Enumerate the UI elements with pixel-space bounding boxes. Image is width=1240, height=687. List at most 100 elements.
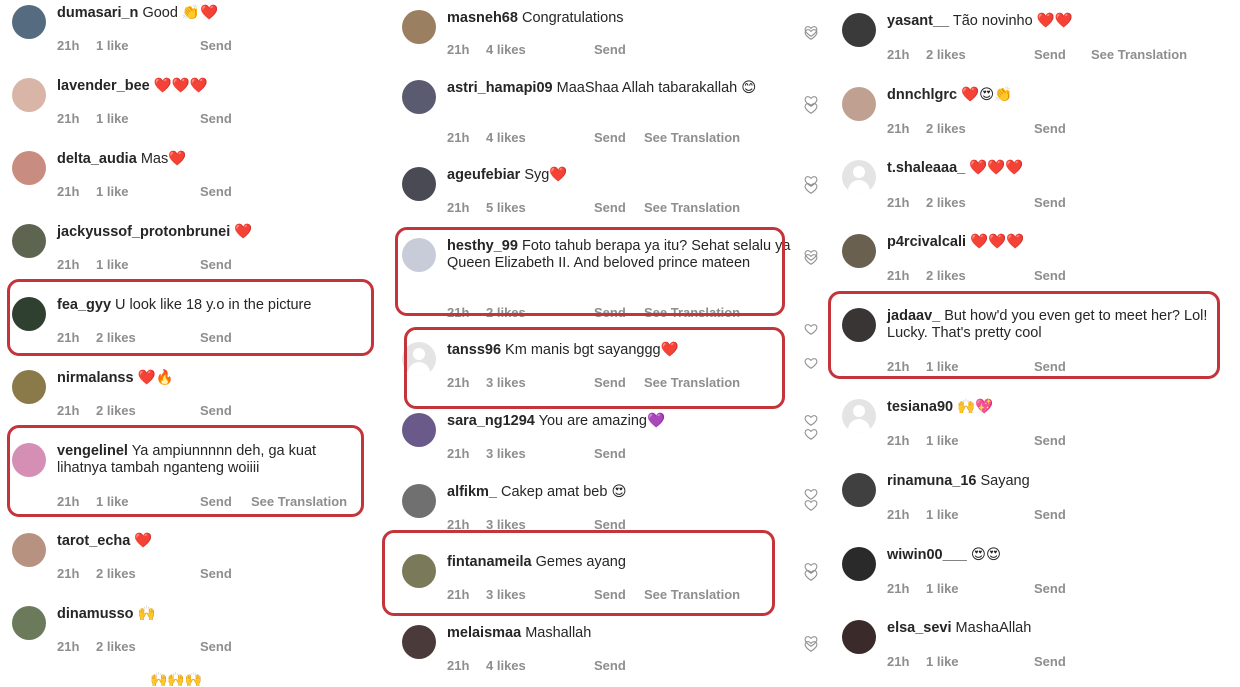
avatar[interactable]: [12, 78, 46, 112]
username-link[interactable]: yasant__: [887, 13, 949, 29]
send-link[interactable]: Send: [1034, 47, 1066, 62]
likes-count-link[interactable]: 1 like: [96, 38, 129, 53]
avatar[interactable]: [842, 160, 876, 194]
like-heart-icon[interactable]: [804, 634, 818, 648]
likes-count-link[interactable]: 2 likes: [96, 639, 136, 654]
username-link[interactable]: dumasari_n: [57, 5, 138, 21]
username-link[interactable]: astri_hamapi09: [447, 80, 553, 96]
comment-item: p4rcivalcali ❤️❤️❤️ 21h 2 likes Send: [804, 234, 1240, 286]
username-link[interactable]: ageufebiar: [447, 167, 520, 183]
like-heart-icon[interactable]: [804, 427, 818, 441]
like-heart-icon[interactable]: [804, 356, 818, 370]
likes-count-link[interactable]: 4 likes: [486, 42, 526, 57]
likes-count-link[interactable]: 2 likes: [926, 47, 966, 62]
like-heart-icon[interactable]: [804, 248, 818, 262]
username-link[interactable]: sara_ng1294: [447, 413, 535, 429]
likes-count-link[interactable]: 2 likes: [926, 268, 966, 283]
like-heart-icon[interactable]: [804, 101, 818, 115]
avatar[interactable]: [842, 234, 876, 268]
avatar[interactable]: [842, 547, 876, 581]
comment-body: Mas❤️: [140, 151, 187, 167]
send-link[interactable]: Send: [1034, 268, 1066, 283]
username-link[interactable]: elsa_sevi: [887, 620, 952, 636]
username-link[interactable]: melaismaa: [447, 625, 521, 641]
send-link[interactable]: Send: [1034, 581, 1066, 596]
likes-count-link[interactable]: 1 like: [926, 654, 959, 669]
likes-count-link[interactable]: 1 like: [926, 581, 959, 596]
send-link[interactable]: Send: [1034, 654, 1066, 669]
avatar[interactable]: [402, 167, 436, 201]
likes-count-link[interactable]: 3 likes: [486, 446, 526, 461]
avatar[interactable]: [12, 5, 46, 39]
send-link[interactable]: Send: [200, 566, 232, 581]
username-link[interactable]: dnnchlgrc: [887, 87, 957, 103]
likes-count-link[interactable]: 2 likes: [96, 403, 136, 418]
like-heart-icon[interactable]: [804, 487, 818, 501]
send-link[interactable]: Send: [200, 639, 232, 654]
likes-count-link[interactable]: 2 likes: [96, 566, 136, 581]
send-link[interactable]: Send: [200, 403, 232, 418]
see-translation-link[interactable]: See Translation: [1091, 47, 1187, 62]
avatar[interactable]: [842, 87, 876, 121]
avatar[interactable]: [402, 484, 436, 518]
username-link[interactable]: tesiana90: [887, 399, 953, 415]
username-link[interactable]: t.shaleaaa_: [887, 160, 965, 176]
likes-count-link[interactable]: 5 likes: [486, 200, 526, 215]
username-link[interactable]: delta_audia: [57, 151, 137, 167]
see-translation-link[interactable]: See Translation: [644, 130, 740, 145]
username-link[interactable]: lavender_bee: [57, 78, 150, 94]
username-link[interactable]: wiwin00___: [887, 547, 967, 563]
likes-count-link[interactable]: 1 like: [96, 111, 129, 126]
avatar[interactable]: [402, 10, 436, 44]
username-link[interactable]: alfikm_: [447, 484, 497, 500]
username-link[interactable]: rinamuna_16: [887, 473, 976, 489]
avatar[interactable]: [12, 370, 46, 404]
like-heart-icon[interactable]: [804, 322, 818, 336]
username-link[interactable]: tarot_echa: [57, 533, 130, 549]
avatar[interactable]: [12, 224, 46, 258]
send-link[interactable]: Send: [594, 200, 626, 215]
see-translation-link[interactable]: See Translation: [644, 200, 740, 215]
likes-count-link[interactable]: 1 like: [926, 433, 959, 448]
likes-count-link[interactable]: 2 likes: [926, 121, 966, 136]
username-link[interactable]: nirmalanss: [57, 370, 134, 386]
avatar[interactable]: [402, 413, 436, 447]
send-link[interactable]: Send: [1034, 121, 1066, 136]
comment-text: lavender_bee ❤️❤️❤️: [57, 78, 370, 95]
send-link[interactable]: Send: [200, 184, 232, 199]
like-heart-icon[interactable]: [804, 413, 818, 427]
likes-count-link[interactable]: 4 likes: [486, 130, 526, 145]
avatar[interactable]: [12, 151, 46, 185]
username-link[interactable]: p4rcivalcali: [887, 234, 966, 250]
username-link[interactable]: jackyussof_protonbrunei: [57, 224, 230, 240]
send-link[interactable]: Send: [200, 111, 232, 126]
avatar[interactable]: [842, 620, 876, 654]
send-link[interactable]: Send: [594, 446, 626, 461]
send-link[interactable]: Send: [594, 130, 626, 145]
send-link[interactable]: Send: [1034, 433, 1066, 448]
avatar[interactable]: [842, 473, 876, 507]
send-link[interactable]: Send: [1034, 507, 1066, 522]
likes-count-link[interactable]: 1 like: [926, 507, 959, 522]
send-link[interactable]: Send: [200, 38, 232, 53]
likes-count-link[interactable]: 1 like: [96, 184, 129, 199]
send-link[interactable]: Send: [594, 658, 626, 673]
send-link[interactable]: Send: [594, 42, 626, 57]
avatar[interactable]: [402, 80, 436, 114]
like-heart-icon[interactable]: [804, 561, 818, 575]
like-heart-icon[interactable]: [804, 27, 818, 41]
avatar[interactable]: [842, 13, 876, 47]
likes-count-link[interactable]: 4 likes: [486, 658, 526, 673]
avatar[interactable]: [12, 533, 46, 567]
comment-text: tesiana90 🙌💖: [887, 399, 1220, 416]
avatar[interactable]: [402, 625, 436, 659]
likes-count-link[interactable]: 1 like: [96, 257, 129, 272]
username-link[interactable]: dinamusso: [57, 606, 134, 622]
likes-count-link[interactable]: 2 likes: [926, 195, 966, 210]
send-link[interactable]: Send: [1034, 195, 1066, 210]
avatar[interactable]: [12, 606, 46, 640]
like-heart-icon[interactable]: [804, 174, 818, 188]
avatar[interactable]: [842, 399, 876, 433]
username-link[interactable]: masneh68: [447, 10, 518, 26]
send-link[interactable]: Send: [200, 257, 232, 272]
